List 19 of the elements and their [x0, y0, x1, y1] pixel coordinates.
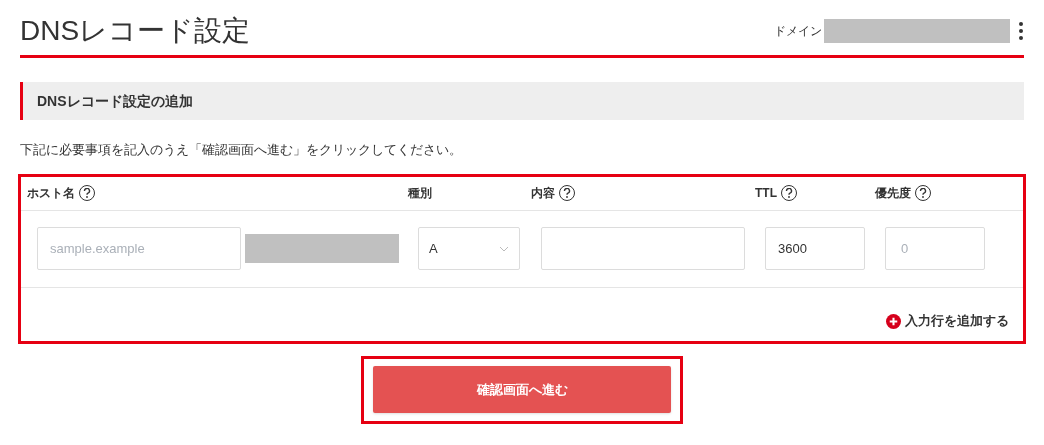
- content-field[interactable]: [541, 227, 745, 270]
- priority-field[interactable]: 0: [885, 227, 985, 270]
- chevron-down-icon: [499, 245, 509, 252]
- domain-label: ドメイン: [774, 23, 822, 40]
- column-header: 優先度: [875, 185, 911, 202]
- column-header: ホスト名: [27, 185, 75, 202]
- more-icon[interactable]: [1018, 21, 1024, 41]
- column-header: 内容: [531, 185, 555, 202]
- ttl-field[interactable]: 3600: [765, 227, 865, 270]
- section-header: DNSレコード設定の追加: [20, 82, 1024, 120]
- instruction-text: 下記に必要事項を記入のうえ「確認画面へ進む」をクリックしてください。: [20, 141, 463, 159]
- plus-circle-icon: [886, 313, 901, 329]
- column-header: 種別: [408, 185, 432, 202]
- page-title: DNSレコード設定: [20, 17, 251, 45]
- add-row-link[interactable]: 入力行を追加する: [886, 311, 1009, 331]
- type-select[interactable]: A: [418, 227, 520, 270]
- host-field[interactable]: sample.example: [37, 227, 241, 270]
- column-header: TTL: [755, 185, 777, 202]
- submit-button[interactable]: 確認画面へ進む: [373, 366, 671, 413]
